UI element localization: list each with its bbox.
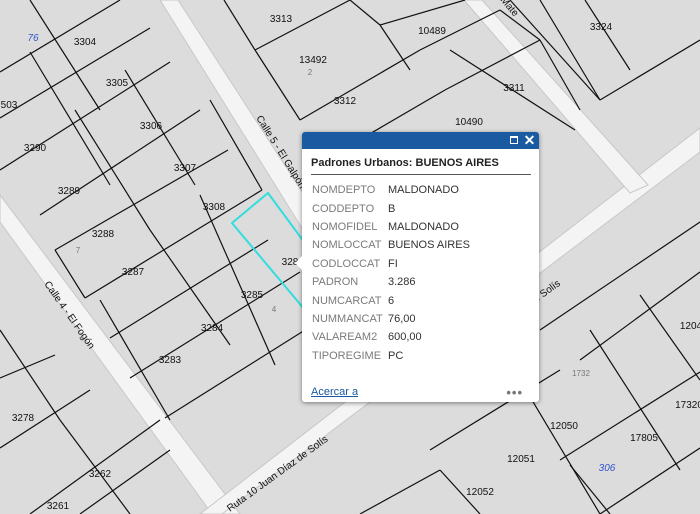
attribute-key: VALAREAM2 [312,331,378,344]
attribute-key: CODDEPTO [312,202,375,215]
parcel-label: 3288 [92,229,115,240]
attribute-row: NUMMANCAT 76,00 [312,310,470,328]
parcel-label: 3290 [24,143,47,154]
attribute-row: NOMLOCCAT BUENOS AIRES [312,236,470,254]
parcel-label: 3278 [12,413,35,424]
attribute-row: NOMOFIDEL MALDONADO [312,218,470,236]
parcel-label: 3287 [122,267,145,278]
parcel-label: 3306 [140,121,163,132]
parcel-label: 3312 [334,96,357,107]
parcel-label: 3305 [106,78,129,89]
attribute-key: NUMMANCAT [312,312,383,325]
parcel-label: 17805 [630,433,658,444]
parcel-label: 3284 [201,323,224,334]
small-label: 1732 [572,369,590,378]
attribute-value: PC [388,349,404,362]
parcel-label: 12051 [507,454,535,465]
attribute-value: 6 [388,294,395,307]
parcel-label: 13492 [299,55,327,66]
parcel-label: 3307 [174,163,197,174]
parcel-label: 12052 [466,487,494,498]
attribute-key: TIPOREGIME [312,349,382,362]
block-number: 76 [27,33,39,44]
popup-pointer [295,256,302,270]
parcel-label: 10489 [418,26,446,37]
popup-title-bar: ✕ [302,132,539,149]
attribute-value: 600,00 [388,331,422,344]
parcel-label: 1204 [680,321,700,332]
parcel-label: 3289 [58,186,81,197]
parcel-label: 3308 [203,202,226,213]
small-label: 2 [308,68,313,77]
attribute-key: NOMDEPTO [312,184,376,197]
small-label: 4 [272,305,277,314]
block-number: 306 [599,463,616,474]
maximize-icon[interactable] [508,134,521,147]
attribute-table: NOMDEPTO MALDONADO CODDEPTO B NOMOFIDEL MALDO… [312,181,470,365]
parcel-label: 3262 [89,469,112,480]
parcel-label: 3285 [241,290,264,301]
attribute-row: TIPOREGIME PC [312,347,470,365]
attribute-value: 3.286 [388,276,416,289]
info-popup: ✕ Padrones Urbanos: BUENOS AIRES NOMDEPT… [295,132,539,402]
parcel-label: 12050 [550,421,578,432]
parcel-label: 3313 [270,14,293,25]
more-options-icon[interactable]: ••• [506,386,523,399]
small-label: 7 [76,246,81,255]
attribute-key: CODLOCCAT [312,257,381,270]
parcel-label: 3283 [159,355,182,366]
attribute-row: VALAREAM2 600,00 [312,328,470,346]
attribute-key: NOMLOCCAT [312,239,382,252]
attribute-value: BUENOS AIRES [388,239,470,252]
attribute-value: MALDONADO [388,184,459,197]
attribute-value: MALDONADO [388,220,459,233]
parcel-label: 3304 [74,37,97,48]
attribute-row: NOMDEPTO MALDONADO [312,181,470,199]
popup-title: Padrones Urbanos: BUENOS AIRES [311,157,531,175]
attribute-row: NUMCARCAT 6 [312,291,470,309]
attribute-row: CODLOCCAT FI [312,255,470,273]
attribute-value: B [388,202,396,215]
parcel-label: 3261 [47,501,70,512]
zoom-to-link[interactable]: Acercar a [311,386,358,398]
parcel-label: 10490 [455,117,483,128]
attribute-value: FI [388,257,398,270]
attribute-key: NUMCARCAT [312,294,382,307]
attribute-value: 76,00 [388,312,416,325]
attribute-key: NOMOFIDEL [312,220,378,233]
parcel-label: 3311 [503,83,525,94]
attribute-row: CODDEPTO B [312,199,470,217]
attribute-key: PADRON [312,276,359,289]
parcel-label: 503 [1,100,18,111]
parcel-label: 3324 [590,22,613,33]
attribute-row: PADRON 3.286 [312,273,470,291]
parcel-label: 17320 [675,400,700,411]
close-icon[interactable]: ✕ [523,133,536,147]
